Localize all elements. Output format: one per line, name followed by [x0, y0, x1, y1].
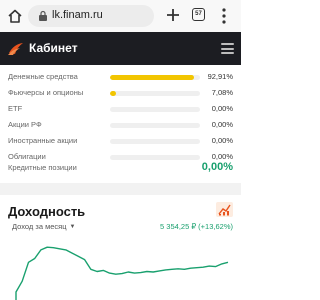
address-bar[interactable]: lk.finam.ru — [28, 5, 154, 27]
allocation-value: 0,00% — [211, 120, 233, 129]
allocation-row: Иностранные акции 0,00% — [0, 136, 241, 148]
page-title: Кабинет — [29, 41, 78, 55]
allocation-row: ETF 0,00% — [0, 104, 241, 116]
section-divider — [0, 183, 241, 195]
home-icon[interactable] — [7, 8, 23, 24]
lock-icon — [39, 10, 47, 21]
allocation-row: Фьючерсы и опционы 7,08% — [0, 88, 241, 100]
allocation-bar — [110, 123, 200, 128]
income-title: Доходность — [8, 204, 86, 219]
allocation-row: Акции РФ 0,00% — [0, 120, 241, 132]
allocation-label: Денежные средства — [8, 72, 78, 81]
credit-positions-value: 0,00% — [201, 161, 233, 173]
more-vert-icon[interactable] — [221, 7, 227, 25]
allocation-row: Денежные средства 92,91% — [0, 72, 241, 84]
chevron-down-icon: ▼ — [69, 224, 76, 230]
allocation-bar — [110, 75, 200, 80]
allocation-bar-fill — [110, 91, 117, 96]
new-tab-icon[interactable] — [164, 6, 182, 24]
allocation-label: ETF — [8, 104, 23, 113]
allocation-value: 0,00% — [211, 136, 233, 145]
allocation-bar — [110, 155, 200, 160]
allocation-label: Акции РФ — [8, 120, 42, 129]
profit-value: 5 354,25 ₽ (+13,62%) — [160, 222, 233, 231]
chart-type-icon[interactable] — [216, 202, 233, 217]
finam-logo-icon[interactable] — [7, 40, 25, 57]
period-dropdown[interactable]: Доход за месяц ▼ — [12, 222, 75, 231]
app-header: Кабинет — [0, 32, 241, 65]
allocation-value: 92,91% — [207, 72, 233, 81]
allocation-bar-fill — [110, 75, 194, 80]
browser-toolbar: lk.finam.ru 57 — [0, 0, 241, 32]
allocation-value: 0,00% — [211, 152, 233, 161]
allocation-bar — [110, 139, 200, 144]
credit-positions-label: Кредитные позиции — [8, 163, 77, 172]
allocation-bar — [110, 91, 200, 96]
allocation-label: Фьючерсы и опционы — [8, 88, 84, 97]
menu-icon[interactable] — [221, 43, 234, 54]
tab-switcher-button[interactable]: 57 — [192, 8, 205, 21]
allocation-bar — [110, 107, 200, 112]
allocation-label: Облигации — [8, 152, 46, 161]
url-text: lk.finam.ru — [52, 9, 103, 21]
period-dropdown-label: Доход за месяц — [12, 222, 67, 231]
allocation-value: 7,08% — [211, 88, 233, 97]
allocation-label: Иностранные акции — [8, 136, 78, 145]
income-chart — [15, 246, 229, 300]
credit-positions-row: Кредитные позиции 0,00% — [0, 161, 241, 175]
allocation-value: 0,00% — [211, 104, 233, 113]
income-series-line — [15, 246, 229, 300]
